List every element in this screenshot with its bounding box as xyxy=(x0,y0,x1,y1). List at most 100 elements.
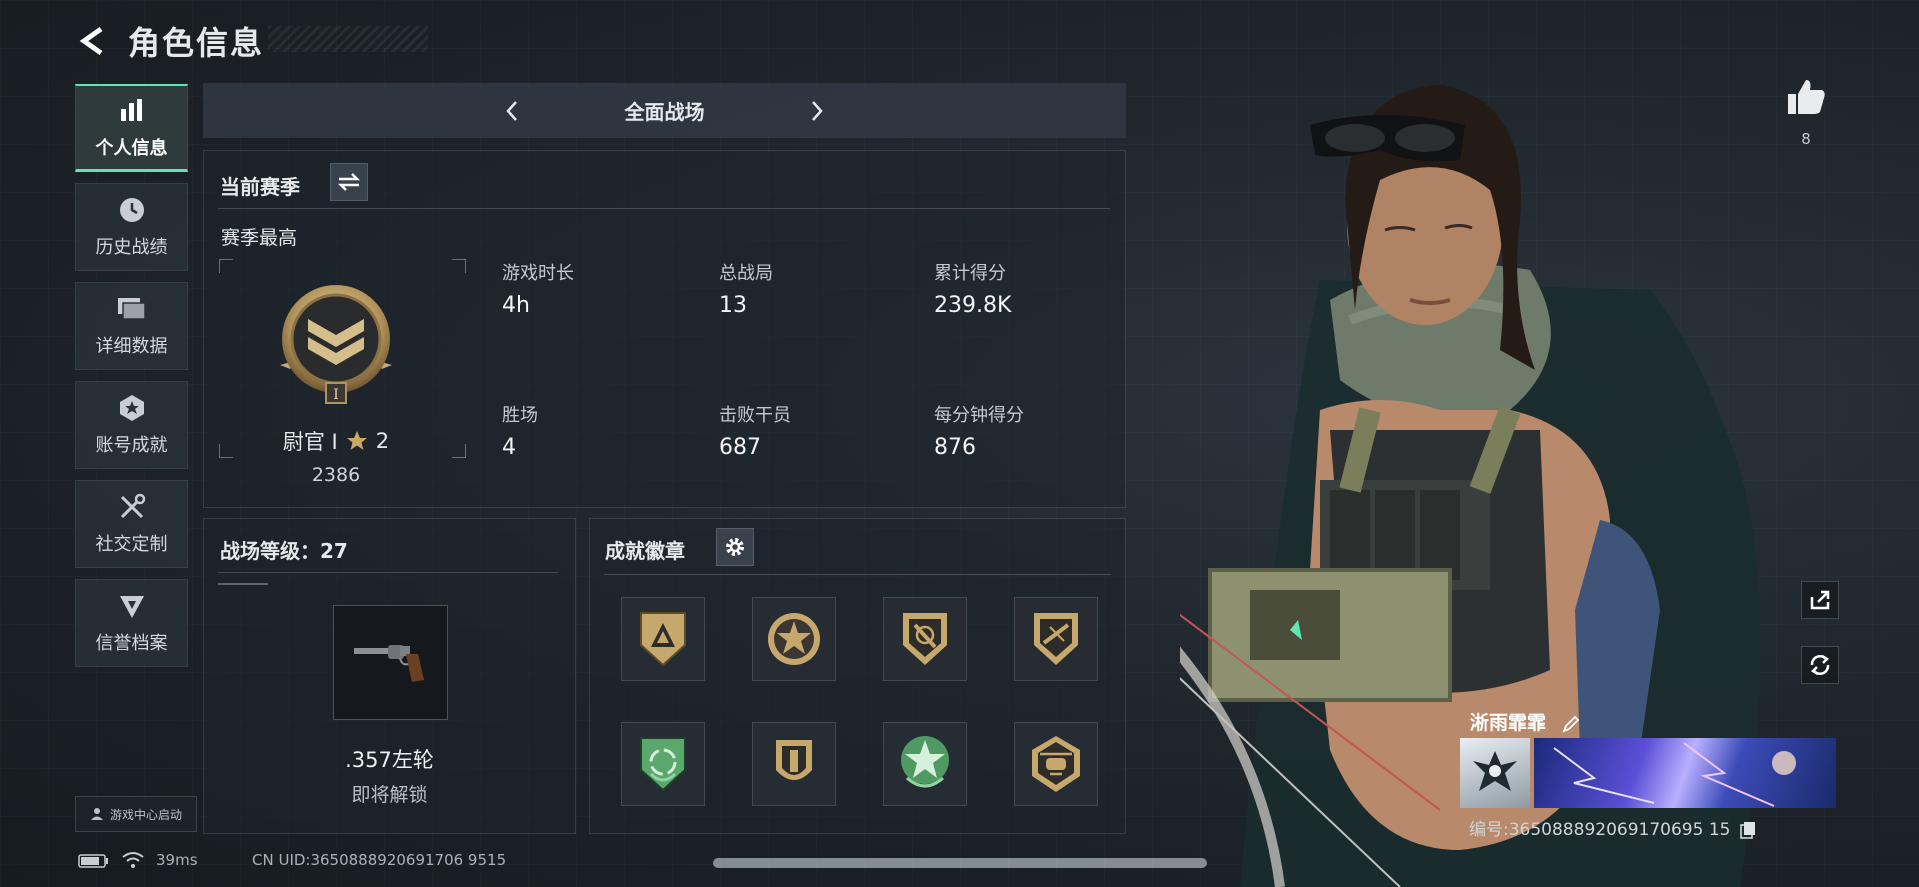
like-count: 8 xyxy=(1801,130,1811,148)
badges-divider xyxy=(604,574,1111,575)
sidebar-item-details[interactable]: 详细数据 xyxy=(75,282,188,370)
badge-slot[interactable] xyxy=(1014,597,1098,681)
mode-selector: 全面战场 xyxy=(203,83,1126,138)
game-center-label: 游戏中心启动 xyxy=(109,807,182,822)
weapon-name: .357左轮 xyxy=(345,748,434,772)
stat-value: 4 xyxy=(502,435,516,460)
revolver-icon xyxy=(353,644,424,682)
sidebar-item-history[interactable]: 历史战绩 xyxy=(75,183,188,271)
sidebar-item-achievements[interactable]: 账号成就 xyxy=(75,381,188,469)
badge-slot[interactable] xyxy=(752,722,836,806)
sidebar-item-label: 详细数据 xyxy=(95,336,168,357)
like-button[interactable] xyxy=(1786,78,1826,118)
share-icon xyxy=(1810,590,1830,610)
header-decoration xyxy=(268,26,428,52)
svg-text:I: I xyxy=(333,387,339,403)
rifle-shield-badge-icon xyxy=(1034,613,1078,665)
badge-slot[interactable] xyxy=(883,722,967,806)
helicopter-badge-icon xyxy=(1032,736,1080,792)
home-indicator[interactable] xyxy=(713,858,1207,868)
game-center-launch-button[interactable]: 游戏中心启动 xyxy=(75,796,197,832)
gear-icon xyxy=(726,538,744,556)
player-id: 编号:365088892069170695 15 xyxy=(1469,820,1731,840)
round-shield-badge-icon xyxy=(776,740,812,780)
frame-corner xyxy=(219,259,233,273)
credit-icon xyxy=(117,591,147,621)
sidebar-item-personal-info[interactable]: 个人信息 xyxy=(75,84,188,172)
rank-stars: 2 xyxy=(375,429,390,453)
stat-label: 击败干员 xyxy=(719,405,791,426)
sidebar-item-credit[interactable]: 信誉档案 xyxy=(75,579,188,667)
mode-next-button[interactable] xyxy=(797,91,837,131)
season-divider xyxy=(218,208,1110,209)
badge-slot[interactable] xyxy=(621,722,705,806)
stat-value: 239.8K xyxy=(934,293,1012,318)
player-name-row: 淅雨霏霏 xyxy=(1470,708,1581,735)
mode-title: 全面战场 xyxy=(624,100,705,124)
page-title: 角色信息 xyxy=(128,24,265,62)
weapon-reward-slot[interactable] xyxy=(333,605,448,720)
rank-name: 尉官 I xyxy=(282,430,338,454)
edit-pencil-icon[interactable] xyxy=(1561,714,1581,734)
swap-icon xyxy=(337,173,361,191)
bar-chart-icon xyxy=(117,96,147,126)
sidebar-item-social[interactable]: 社交定制 xyxy=(75,480,188,568)
stat-value: 13 xyxy=(719,293,747,318)
level-divider xyxy=(218,572,558,573)
level-title: 战场等级：27 xyxy=(220,539,348,563)
star-medal-badge-icon xyxy=(768,613,820,665)
rank-emblem: I xyxy=(276,283,396,408)
stat-label: 胜场 xyxy=(502,405,538,426)
mode-prev-button[interactable] xyxy=(492,91,532,131)
badge-slot[interactable] xyxy=(752,597,836,681)
triangle-shield-badge-icon xyxy=(640,612,686,667)
frame-corner xyxy=(452,259,466,273)
badge-slot[interactable] xyxy=(1014,722,1098,806)
player-card[interactable] xyxy=(1460,738,1840,808)
sidebar: 个人信息 历史战绩 详细数据 账号成就 社交定制 信誉档案 xyxy=(75,84,188,678)
frame-corner xyxy=(452,444,466,458)
stat-value: 4h xyxy=(502,293,530,318)
ping-value: 39ms xyxy=(156,851,198,869)
player-id-row: 编号:365088892069170695 15 xyxy=(1469,815,1756,840)
rank-line: 尉官 I 2 xyxy=(218,426,454,456)
chevron-right-icon xyxy=(812,101,823,121)
share-button[interactable] xyxy=(1801,581,1839,619)
sidebar-item-label: 信誉档案 xyxy=(95,633,168,654)
sidebar-item-label: 社交定制 xyxy=(95,534,168,555)
chevron-left-icon xyxy=(506,101,517,121)
person-icon xyxy=(90,808,103,820)
lightning-art xyxy=(1553,742,1796,807)
rotate-button[interactable] xyxy=(1801,646,1839,684)
sidebar-item-label: 个人信息 xyxy=(95,137,168,159)
refresh-icon xyxy=(1810,654,1830,676)
season-best-label: 赛季最高 xyxy=(221,227,298,249)
clock-icon xyxy=(117,195,147,225)
thumbs-up-icon xyxy=(1788,80,1825,114)
player-avatar xyxy=(1460,738,1530,808)
badge-slot[interactable] xyxy=(883,597,967,681)
back-arrow-icon xyxy=(79,26,103,56)
name-card-banner xyxy=(1534,738,1836,808)
wifi-icon xyxy=(122,851,144,873)
achievement-icon xyxy=(117,393,147,423)
folder-icon xyxy=(117,294,147,324)
cycle-shield-badge-icon xyxy=(640,737,686,792)
tools-icon xyxy=(117,492,147,522)
badge-settings-button[interactable] xyxy=(716,528,754,566)
badge-slot[interactable] xyxy=(621,597,705,681)
stat-label: 游戏时长 xyxy=(502,263,574,284)
stat-label: 累计得分 xyxy=(934,263,1006,284)
page-header: 角色信息 xyxy=(74,18,264,64)
badges-title: 成就徽章 xyxy=(605,539,685,563)
crossed-shield-badge-icon xyxy=(903,613,947,665)
uid-text: CN UID:3650888920691706 9515 xyxy=(252,851,507,869)
sidebar-item-label: 账号成就 xyxy=(95,435,168,456)
back-button[interactable] xyxy=(74,21,114,61)
season-title: 当前赛季 xyxy=(220,175,300,199)
season-switch-button[interactable] xyxy=(330,163,368,201)
stat-value: 687 xyxy=(719,435,761,460)
copy-icon[interactable] xyxy=(1740,821,1756,839)
stat-value: 876 xyxy=(934,435,976,460)
rank-points: 2386 xyxy=(311,464,361,486)
